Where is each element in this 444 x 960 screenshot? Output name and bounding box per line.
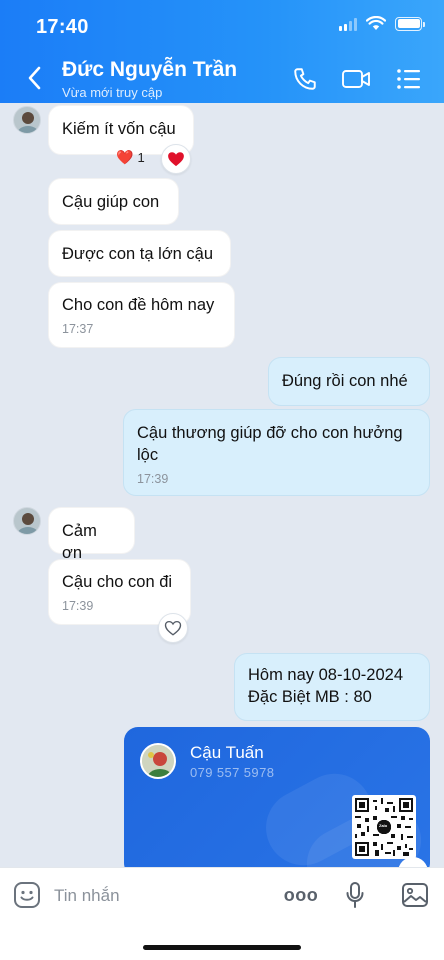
- message-text: Cậu thương giúp đỡ cho con hưởng lộc: [137, 424, 403, 464]
- message-list[interactable]: Kiếm ít vốn cậu ❤️ 1 Cậu giúp con Được c…: [0, 103, 444, 867]
- react-button[interactable]: [161, 144, 191, 174]
- message-bubble[interactable]: Cảm ơn: [48, 507, 135, 562]
- qr-code: Zalo: [352, 795, 416, 859]
- message-bubble[interactable]: Hôm nay 08-10-2024 Đặc Biệt MB : 80: [234, 653, 430, 721]
- message-bubble[interactable]: Cậu thương giúp đỡ cho con hưởng lộc 17:…: [123, 409, 430, 496]
- message-bubble[interactable]: Đúng rồi con nhé: [268, 357, 430, 406]
- message-text-line: Đặc Biệt MB : 80: [248, 688, 372, 706]
- photo-gallery-button[interactable]: [398, 878, 432, 912]
- message-time: 17:37: [62, 322, 94, 336]
- chat-menu-button[interactable]: [394, 64, 424, 94]
- message-text-line: Hôm nay 08-10-2024: [248, 666, 404, 684]
- message-input[interactable]: Tin nhắn: [54, 886, 120, 906]
- video-call-button[interactable]: [341, 64, 371, 94]
- contact-status: Vừa mới truy cập: [62, 85, 163, 100]
- back-button[interactable]: [20, 62, 48, 94]
- message-text: Cậu giúp con: [62, 193, 160, 211]
- contact-card[interactable]: Cậu Tuấn 079 557 5978 Zalo: [124, 727, 430, 867]
- battery-icon: [395, 16, 425, 31]
- reaction-count: 1: [137, 150, 145, 165]
- zalo-badge-text: Zalo: [379, 823, 388, 828]
- card-contact-name: Cậu Tuấn: [190, 743, 264, 762]
- message-text: Đúng rồi con nhé: [282, 372, 408, 390]
- list-menu-icon: [397, 69, 420, 89]
- contact-name[interactable]: Đức Nguyễn Trần: [62, 58, 237, 82]
- chevron-left-icon: [28, 66, 41, 90]
- message-time: 17:39: [137, 472, 169, 486]
- message-bubble[interactable]: Cậu giúp con: [48, 178, 179, 225]
- message-text: Cho con đề hôm nay: [62, 296, 215, 314]
- image-icon: [402, 883, 428, 907]
- microphone-icon: [346, 882, 364, 908]
- more-options-button[interactable]: ooo: [283, 878, 319, 912]
- heart-reaction-icon: ❤️: [116, 149, 134, 165]
- more-icon: ooo: [283, 884, 319, 905]
- react-button[interactable]: [158, 613, 188, 643]
- chat-header: 17:40 Đức Nguyễn Trần Vừa mới truy cập: [0, 0, 444, 103]
- contact-avatar[interactable]: [13, 507, 41, 535]
- call-button[interactable]: [290, 64, 320, 94]
- message-text: Cảm ơn: [62, 522, 97, 562]
- wifi-icon: [366, 16, 386, 30]
- cellular-signal-icon: [339, 17, 357, 31]
- phone-icon: [294, 68, 316, 90]
- message-bubble[interactable]: Được con tạ lớn cậu: [48, 230, 231, 277]
- message-text: Cậu cho con đi: [62, 573, 173, 591]
- contact-avatar[interactable]: [13, 106, 41, 134]
- emoji-icon: [14, 882, 40, 908]
- voice-record-button[interactable]: [338, 878, 372, 912]
- video-camera-icon: [342, 70, 370, 88]
- heart-outline-icon: [164, 620, 182, 636]
- status-time: 17:40: [36, 16, 89, 38]
- message-text: Được con tạ lớn cậu: [62, 245, 213, 263]
- sticker-button[interactable]: [10, 878, 44, 912]
- card-avatar: [140, 743, 176, 779]
- status-icons: [339, 16, 425, 31]
- heart-icon: [168, 152, 184, 167]
- message-bubble[interactable]: Cho con đề hôm nay 17:37: [48, 282, 235, 348]
- card-phone-number: 079 557 5978: [190, 765, 275, 780]
- message-text: Kiếm ít vốn cậu: [62, 120, 176, 138]
- message-time: 17:39: [62, 599, 94, 613]
- home-indicator[interactable]: [143, 945, 301, 950]
- reaction-summary[interactable]: ❤️ 1: [116, 149, 145, 166]
